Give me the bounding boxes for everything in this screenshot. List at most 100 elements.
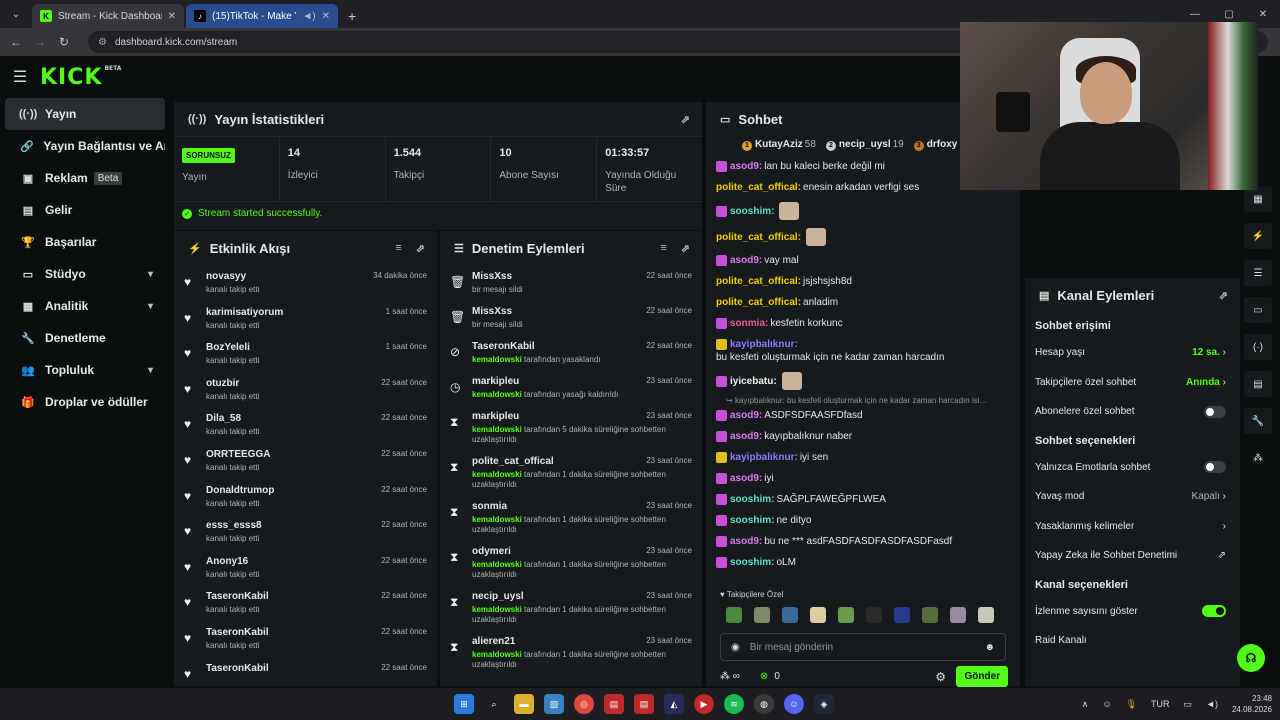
moderation-item[interactable]: ⧗ markipleu 23 saat önce kemaldowski tarafı… <box>450 409 692 454</box>
toggle-switch[interactable] <box>1204 461 1226 474</box>
close-tab-icon[interactable]: ✕ <box>168 11 176 22</box>
file-explorer-icon[interactable]: ▬ <box>514 694 534 714</box>
action-row[interactable]: Abonelere özel sohbet <box>1025 397 1240 427</box>
app-icon[interactable]: ▤ <box>634 694 654 714</box>
event-user[interactable]: otuzbir <box>206 378 239 389</box>
chat-message[interactable]: sooshim: SAĞPLFAWEĞPFLWEA <box>716 489 1010 510</box>
moderator-name[interactable]: kemaldowski <box>472 470 522 479</box>
chevron-up-icon[interactable]: ∧ <box>1082 699 1089 710</box>
chat-mode-icon[interactable]: ◉ <box>731 642 740 653</box>
new-tab-icon[interactable]: + <box>348 8 356 24</box>
hamburger-menu-icon[interactable]: ☰ <box>0 67 40 87</box>
emote-icon[interactable] <box>950 607 966 623</box>
chrome-icon[interactable]: ◎ <box>574 694 594 714</box>
event-item[interactable]: ♥ Donaldtrumop 22 saat önce kanalı takip et… <box>184 483 427 519</box>
event-user[interactable]: TaseronKabil <box>206 663 269 674</box>
chat-message[interactable]: sooshim: oLM <box>716 552 1010 573</box>
emote-icon[interactable] <box>726 607 742 623</box>
moderated-user[interactable]: MissXss <box>472 271 512 282</box>
moderated-user[interactable]: markipleu <box>472 376 519 387</box>
emote-icon[interactable] <box>978 607 994 623</box>
chat-message[interactable]: asod9: ASDFSDFAASFDfasd <box>716 405 1010 426</box>
event-item[interactable]: ♥ TaseronKabil 22 saat önce kanalı takip et… <box>184 625 427 661</box>
popout-icon[interactable]: ⇗ <box>1219 289 1228 302</box>
popout-icon[interactable]: ⇗ <box>416 242 425 255</box>
chat-username[interactable]: kayipbalıknur: <box>730 338 798 351</box>
chat-message[interactable]: sonmia: kesfetin korkunc <box>716 313 1010 334</box>
moderation-item[interactable]: ⊘ TaseronKabil 22 saat önce kemaldowski tar… <box>450 339 692 374</box>
chat-username[interactable]: polite_cat_offical: <box>716 181 801 194</box>
moderator-name[interactable]: kemaldowski <box>472 605 522 614</box>
event-user[interactable]: esss_esss8 <box>206 520 262 531</box>
discord-tray-icon[interactable]: ☺ <box>1102 699 1111 709</box>
event-item[interactable]: ♥ TaseronKabil 22 saat önce kanalı takip et… <box>184 589 427 625</box>
sidebar-item-drops[interactable]: 🎁 Droplar ve ödüller <box>5 386 165 418</box>
event-user[interactable]: ORRTEEGGA <box>206 449 270 460</box>
chat-message[interactable]: asod9: iyi <box>716 468 1010 489</box>
chat-message[interactable]: sooshim: ne dityo <box>716 510 1010 531</box>
gear-icon[interactable]: ⚙ <box>935 670 946 684</box>
chat-username[interactable]: polite_cat_offical: <box>716 275 801 288</box>
event-user[interactable]: Dila_58 <box>206 413 241 424</box>
tab-search-icon[interactable]: ⌄ <box>4 2 28 26</box>
sidebar-item-revenue[interactable]: ▤ Gelir <box>5 194 165 226</box>
moderator-name[interactable]: kemaldowski <box>472 560 522 569</box>
broadcast-icon[interactable]: (·) <box>1244 334 1272 360</box>
sidebar-item-stream-key[interactable]: 🔗 Yayın Bağlantısı ve Anahtar <box>5 130 165 162</box>
sidebar-item-analytics[interactable]: ▦ Analitik ▾ <box>5 290 165 322</box>
event-item[interactable]: ♥ ORRTEEGGA 22 saat önce kanalı takip etti <box>184 447 427 483</box>
chat-username[interactable]: asod9: <box>730 409 762 422</box>
share-icon[interactable]: ⁂ <box>1244 445 1272 471</box>
popout-icon[interactable]: ⇗ <box>681 242 690 255</box>
chat-username[interactable]: kayipbalıknur: <box>730 451 798 464</box>
moderation-item[interactable]: ⧗ alieren21 23 saat önce kemaldowski tarafı… <box>450 634 692 679</box>
chat-username[interactable]: asod9: <box>730 254 762 267</box>
send-button[interactable]: Gönder <box>956 666 1008 687</box>
emote-icon[interactable] <box>754 607 770 623</box>
action-row[interactable]: Takipçilere özel sohbet Anında › <box>1025 368 1240 398</box>
chat-message[interactable]: kayipbalıknur: bu kesfeti oluşturmak için… <box>716 334 1010 368</box>
toggle-switch[interactable] <box>1202 605 1226 618</box>
chat-username[interactable]: asod9: <box>730 472 762 485</box>
moderator-name[interactable]: kemaldowski <box>472 425 522 434</box>
sidebar-item-community[interactable]: 👥 Topluluk ▾ <box>5 354 165 386</box>
tab-kick-dashboard[interactable]: K Stream - Kick Dashboard ✕ <box>32 4 184 28</box>
moderated-user[interactable]: MissXss <box>472 306 512 317</box>
close-tab-icon[interactable]: ✕ <box>322 11 330 22</box>
emote-icon[interactable] <box>838 607 854 623</box>
tab-tiktok[interactable]: ♪ (15)TikTok - Make Your Day ◄) ✕ <box>186 4 338 28</box>
site-info-icon[interactable]: ⚙ <box>98 37 107 48</box>
moderated-user[interactable]: TaseronKabil <box>472 341 535 352</box>
event-item[interactable]: ♥ Anony16 22 saat önce kanalı takip etti <box>184 554 427 590</box>
chat-username[interactable]: asod9: <box>730 160 762 173</box>
event-user[interactable]: TaseronKabil <box>206 627 269 638</box>
moderated-user[interactable]: necip_uysl <box>472 591 524 602</box>
moderated-user[interactable]: alieren21 <box>472 636 515 647</box>
shield-icon[interactable]: ▤ <box>1244 371 1272 397</box>
emote-icon[interactable] <box>806 228 827 246</box>
sidebar-item-achievements[interactable]: 🏆 Başarılar <box>5 226 165 258</box>
chat-input[interactable]: ◉ Bir mesaj gönderin ☻ <box>720 633 1006 661</box>
infinity-icon[interactable]: ⁂ ∞ <box>720 671 740 682</box>
toggle-switch[interactable] <box>1204 405 1226 418</box>
emote-icon[interactable] <box>894 607 910 623</box>
chat-username[interactable]: sooshim: <box>730 514 774 527</box>
media-player-icon[interactable]: ▶ <box>694 694 714 714</box>
top-chatter[interactable]: 2 necip_uysl 19 <box>825 139 904 151</box>
photos-icon[interactable]: ▨ <box>544 694 564 714</box>
event-user[interactable]: TaseronKabil <box>206 591 269 602</box>
moderation-item[interactable]: ⧗ odymeri 23 saat önce kemaldowski tarafınd… <box>450 544 692 589</box>
chat-username[interactable]: asod9: <box>730 430 762 443</box>
moderation-item[interactable]: ⧗ polite_cat_offical 23 saat önce kemaldows… <box>450 454 692 499</box>
microphone-icon[interactable]: 🎙 <box>1126 699 1137 710</box>
language-indicator[interactable]: TUR <box>1151 699 1170 709</box>
speaker-icon[interactable]: ◄) <box>302 11 315 22</box>
clock[interactable]: 23:48 24.08.2026 <box>1232 693 1272 715</box>
moderation-item[interactable]: 🗑 MissXss 22 saat önce bir mesajı sildi <box>450 269 692 304</box>
moderation-item[interactable]: ⧗ necip_uysl 23 saat önce kemaldowski taraf… <box>450 589 692 634</box>
emote-icon[interactable] <box>810 607 826 623</box>
search-icon[interactable]: ⌕ <box>484 694 504 714</box>
event-user[interactable]: BozYeleli <box>206 342 250 353</box>
event-item[interactable]: ♥ BozYeleli 1 saat önce kanalı takip etti <box>184 340 427 376</box>
event-item[interactable]: ♥ karimisatiyorum 1 saat önce kanalı takip … <box>184 305 427 341</box>
